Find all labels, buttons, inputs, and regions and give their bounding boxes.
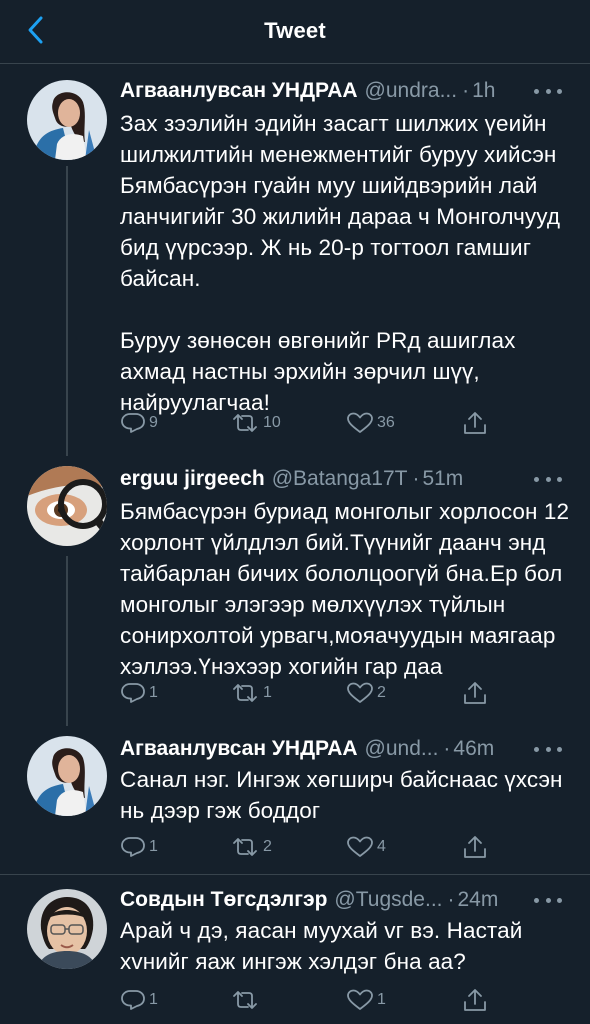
tweet-actions: 1 1 2 [120,678,570,708]
reply-button[interactable]: 1 [120,678,158,708]
share-icon [462,680,488,706]
tweet-actions: 1 2 4 [120,832,570,862]
like-button[interactable]: 2 [346,678,386,708]
avatar[interactable] [27,889,107,969]
reply-icon [120,681,146,705]
more-options-icon[interactable] [534,469,562,489]
tweet-item[interactable]: Агваанлувсан УНДРАА @undra... · 1h Зах з… [0,0,590,458]
separator-dot: · [412,467,420,490]
reply-count: 9 [149,414,158,431]
retweet-button[interactable]: 1 [230,678,272,708]
avatar[interactable] [27,736,107,816]
tweet-text: Бямбасүрэн буриад монголыг хорлосон 12 х… [120,499,576,679]
author-name[interactable]: Агваанлувсан УНДРАА [120,79,358,103]
tweet-thread-screen: Tweet Агваанлувсан УНДРАА @undra... · 1h… [0,0,590,1024]
author-handle[interactable]: @und... [365,737,439,761]
separator-dot: · [447,888,455,911]
timestamp: 1h [472,79,496,102]
tweet-text: Зах зээлийн эдийн засагт шилжих үеийн ши… [120,111,561,415]
tweet-header: Совдын Төгсдэлгэр @Tugsde... · 24m [120,885,570,915]
tweet-actions: 9 10 36 [120,408,570,438]
retweet-icon [230,681,260,705]
separator-dot: · [443,737,451,760]
like-button[interactable]: 1 [346,985,386,1015]
share-button[interactable] [462,408,488,438]
heart-icon [346,411,374,435]
reply-count: 1 [149,838,158,855]
share-button[interactable] [462,832,488,862]
reply-button[interactable]: 1 [120,985,158,1015]
timestamp: 51m [422,467,464,490]
tweet-item[interactable]: Агваанлувсан УНДРАА @und... · 46m Санал … [0,726,590,874]
retweet-icon [230,988,260,1012]
retweet-count: 10 [263,414,281,431]
avatar[interactable] [27,466,107,546]
author-handle[interactable]: @undra... [365,79,458,103]
reply-icon [120,835,146,859]
tweet-text: Санал нэг. Ингэж хөгширч байснаас үхсэн … [120,767,569,823]
retweet-count: 1 [263,684,272,701]
tweet-text: Арай ч дэ, яасан муухай vг вэ. Настай хv… [120,918,529,974]
more-options-icon[interactable] [534,739,562,759]
tweet-actions: 1 1 [120,985,570,1015]
author-handle[interactable]: @Batanga17T [272,467,408,491]
tweet-item[interactable]: Совдын Төгсдэлгэр @Tugsde... · 24m Арай … [0,875,590,1024]
tweet-header: Агваанлувсан УНДРАА @undra... · 1h [120,76,570,106]
timestamp: 46m [453,737,495,760]
reply-count: 1 [149,684,158,701]
tweet-item[interactable]: erguu jirgeech @Batanga17T · 51m Бямбасү… [0,458,590,726]
like-count: 1 [377,991,386,1008]
retweet-icon [230,835,260,859]
like-button[interactable]: 4 [346,832,386,862]
heart-icon [346,988,374,1012]
author-handle[interactable]: @Tugsde... [334,888,442,912]
author-name[interactable]: erguu jirgeech [120,467,265,491]
share-button[interactable] [462,985,488,1015]
heart-icon [346,835,374,859]
like-count: 4 [377,838,386,855]
like-count: 2 [377,684,386,701]
reply-icon [120,411,146,435]
heart-icon [346,681,374,705]
separator-dot: · [462,79,470,102]
share-button[interactable] [462,678,488,708]
retweet-button[interactable] [230,985,263,1015]
timestamp: 24m [457,888,499,911]
reply-button[interactable]: 1 [120,832,158,862]
more-options-icon[interactable] [534,890,562,910]
share-icon [462,410,488,436]
reply-count: 1 [149,991,158,1008]
author-name[interactable]: Агваанлувсан УНДРАА [120,737,358,761]
retweet-button[interactable]: 2 [230,832,272,862]
share-icon [462,987,488,1013]
author-name[interactable]: Совдын Төгсдэлгэр [120,888,327,912]
tweet-header: erguu jirgeech @Batanga17T · 51m [120,464,570,494]
retweet-icon [230,411,260,435]
like-button[interactable]: 36 [346,408,395,438]
more-options-icon[interactable] [534,81,562,101]
reply-icon [120,988,146,1012]
retweet-button[interactable]: 10 [230,408,281,438]
reply-button[interactable]: 9 [120,408,158,438]
avatar[interactable] [27,80,107,160]
share-icon [462,834,488,860]
retweet-count: 2 [263,838,272,855]
like-count: 36 [377,414,395,431]
tweet-header: Агваанлувсан УНДРАА @und... · 46m [120,734,570,764]
